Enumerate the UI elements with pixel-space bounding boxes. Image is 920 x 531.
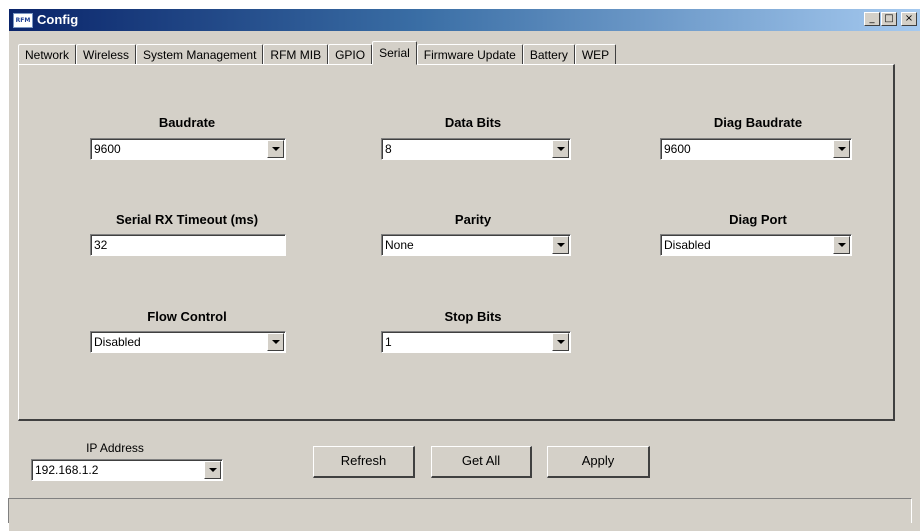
flow-control-select[interactable]: Disabled (90, 331, 286, 353)
diag-port-label: Diag Port (729, 212, 787, 227)
tab-wireless[interactable]: Wireless (76, 44, 137, 64)
data-bits-label: Data Bits (444, 115, 502, 130)
tab-system-management[interactable]: System Management (136, 44, 264, 64)
tab-firmware-update[interactable]: Firmware Update (416, 44, 523, 64)
status-bar (8, 498, 912, 523)
diag-port-dropdown-button[interactable] (833, 236, 850, 254)
ip-address-label: IP Address (86, 441, 144, 455)
baudrate-dropdown-button[interactable] (267, 140, 284, 158)
parity-label: Parity (454, 212, 492, 227)
title-bar[interactable]: RFM Config _ □ × (9, 9, 920, 31)
apply-button[interactable]: Apply (547, 446, 650, 478)
stop-bits-select[interactable]: 1 (381, 331, 571, 353)
tab-rfm-mib[interactable]: RFM MIB (263, 44, 329, 64)
chevron-down-icon (557, 340, 565, 344)
rx-timeout-input[interactable] (90, 234, 286, 256)
minimize-button[interactable]: _ (864, 12, 880, 26)
chevron-down-icon (838, 147, 846, 151)
data-bits-dropdown-button[interactable] (552, 140, 569, 158)
ip-address-value: 192.168.1.2 (35, 463, 99, 477)
diag-baudrate-select[interactable]: 9600 (660, 138, 852, 160)
chevron-down-icon (838, 243, 846, 247)
ip-address-select[interactable]: 192.168.1.2 (31, 459, 223, 481)
ip-address-dropdown-button[interactable] (204, 461, 221, 479)
diag-port-value: Disabled (664, 238, 711, 252)
stop-bits-label: Stop Bits (444, 309, 502, 324)
data-bits-value: 8 (385, 142, 392, 156)
app-icon: RFM (13, 13, 33, 28)
flow-control-value: Disabled (94, 335, 141, 349)
tab-battery[interactable]: Battery (522, 44, 575, 64)
chevron-down-icon (557, 243, 565, 247)
flow-control-dropdown-button[interactable] (267, 333, 284, 351)
tab-wep[interactable]: WEP (574, 44, 617, 64)
tab-strip: Network Wireless System Management RFM M… (18, 40, 617, 65)
parity-value: None (385, 238, 414, 252)
chevron-down-icon (209, 468, 217, 472)
tab-gpio[interactable]: GPIO (328, 44, 373, 64)
data-bits-select[interactable]: 8 (381, 138, 571, 160)
flow-control-label: Flow Control (147, 309, 227, 324)
maximize-button[interactable]: □ (881, 12, 897, 26)
tab-serial[interactable]: Serial (372, 41, 417, 65)
get-all-button[interactable]: Get All (431, 446, 532, 478)
chevron-down-icon (557, 147, 565, 151)
baudrate-value: 9600 (94, 142, 121, 156)
diag-baudrate-label: Diag Baudrate (713, 115, 803, 130)
parity-select[interactable]: None (381, 234, 571, 256)
stop-bits-value: 1 (385, 335, 392, 349)
baudrate-select[interactable]: 9600 (90, 138, 286, 160)
chevron-down-icon (272, 340, 280, 344)
diag-baudrate-value: 9600 (664, 142, 691, 156)
close-button[interactable]: × (901, 12, 917, 26)
chevron-down-icon (272, 147, 280, 151)
diag-baudrate-dropdown-button[interactable] (833, 140, 850, 158)
tab-network[interactable]: Network (18, 44, 77, 64)
refresh-button[interactable]: Refresh (313, 446, 415, 478)
window-title: Config (37, 12, 79, 27)
baudrate-label: Baudrate (158, 115, 216, 130)
rx-timeout-label: Serial RX Timeout (ms) (115, 212, 259, 227)
parity-dropdown-button[interactable] (552, 236, 569, 254)
diag-port-select[interactable]: Disabled (660, 234, 852, 256)
stop-bits-dropdown-button[interactable] (552, 333, 569, 351)
